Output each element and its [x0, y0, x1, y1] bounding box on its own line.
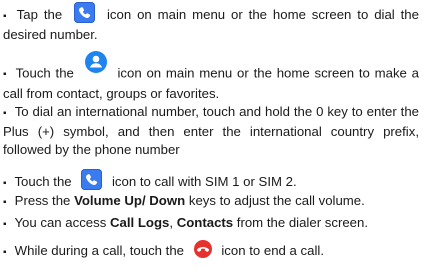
text-volume-keys: Volume Up/ Down [74, 193, 186, 208]
text-you-can-access: You can access [14, 215, 107, 230]
text-dial-desc: icon on main menu or the home screen to … [3, 6, 419, 42]
text-end-call-desc: icon to end a call. [221, 243, 324, 258]
phone-icon [81, 169, 103, 190]
text-international: To dial an international number, touch a… [3, 104, 419, 157]
bullet: ▪ [3, 219, 7, 230]
end-call-icon [193, 239, 212, 258]
instruction-international: ▪ To dial an international number, touch… [3, 103, 419, 159]
bullet: ▪ [3, 69, 7, 81]
instruction-dial-number: ▪ Tap the icon on main menu or the home … [3, 2, 419, 44]
text-comma: , [169, 215, 174, 230]
bullet: ▪ [3, 10, 7, 22]
text-call-logs: Call Logs [110, 215, 170, 230]
instruction-volume: ▪ Press the Volume Up/ Down keys to adju… [3, 192, 419, 212]
text-touch-the-sim: Touch the [14, 173, 72, 189]
phone-icon [74, 2, 96, 23]
text-contacts: Contacts [176, 215, 234, 230]
text-tap-the: Tap the [16, 6, 63, 22]
text-dialer-desc: from the dialer screen. [236, 215, 368, 230]
bullet: ▪ [3, 108, 7, 119]
instruction-sim-call: ▪ Touch the icon to call with SIM 1 or S… [3, 169, 419, 193]
instruction-call-logs: ▪ You can access Call Logs, Contacts fro… [3, 214, 419, 234]
bullet: ▪ [3, 247, 7, 258]
bullet: ▪ [3, 197, 7, 208]
text-volume-desc: keys to adjust the call volume. [188, 193, 365, 208]
instruction-end-call: ▪ While during a call, touch the icon to… [3, 239, 419, 262]
text-while-during-call: While during a call, touch the [14, 243, 185, 258]
text-touch-the: Touch the [15, 65, 74, 81]
text-sim-desc: icon to call with SIM 1 or SIM 2. [111, 173, 297, 189]
instruction-call-contact: ▪ Touch the icon on main menu or the hom… [3, 51, 419, 103]
contacts-icon [84, 51, 107, 73]
text-press-the: Press the [14, 193, 71, 208]
bullet: ▪ [3, 177, 7, 189]
